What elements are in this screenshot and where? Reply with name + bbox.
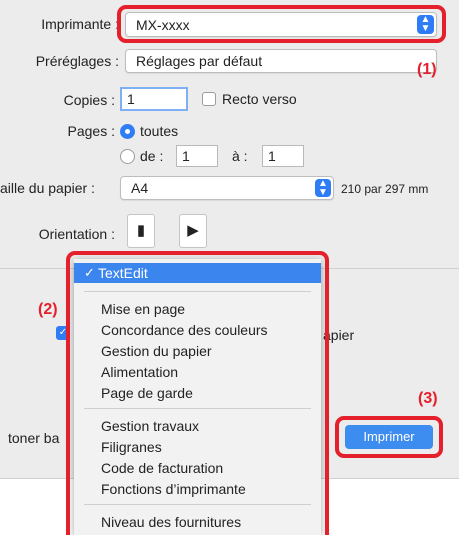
presets-label: Préréglages : bbox=[35, 53, 119, 69]
callout-2: (2) bbox=[38, 301, 58, 318]
pages-to-input[interactable]: 1 bbox=[262, 145, 304, 167]
pages-all-radio[interactable] bbox=[120, 124, 135, 139]
pages-from-label: de : bbox=[140, 148, 164, 164]
portrait-icon[interactable]: ▮ bbox=[127, 214, 155, 248]
duplex-checkbox[interactable] bbox=[202, 92, 216, 106]
pages-all-label: toutes bbox=[140, 123, 179, 139]
copies-label: Copies : bbox=[63, 92, 115, 108]
paper-size-label: aille du papier : bbox=[0, 180, 95, 196]
paper-size-dimensions: 210 par 297 mm bbox=[341, 182, 429, 196]
paper-size-select[interactable]: A4 ▲ ▼ bbox=[120, 176, 334, 200]
callout-box-1 bbox=[117, 5, 446, 43]
background-toner-text: toner ba bbox=[8, 430, 60, 446]
orientation-label: Orientation : bbox=[38, 226, 115, 242]
printer-label: Imprimante : bbox=[41, 16, 119, 32]
presets-value: Réglages par défaut bbox=[136, 53, 263, 69]
chevron-updown-icon: ▲ ▼ bbox=[315, 179, 331, 198]
landscape-icon[interactable]: ▶ bbox=[179, 214, 207, 248]
callout-box-3 bbox=[335, 416, 443, 458]
paper-size-value: A4 bbox=[131, 180, 149, 196]
duplex-label: Recto verso bbox=[222, 91, 297, 107]
callout-3: (3) bbox=[418, 390, 438, 407]
pages-label: Pages : bbox=[67, 123, 115, 139]
pages-from-input[interactable]: 1 bbox=[176, 145, 218, 167]
presets-select[interactable]: Réglages par défaut bbox=[125, 49, 437, 73]
pages-to-label: à : bbox=[232, 148, 248, 164]
pages-range-radio[interactable] bbox=[120, 149, 135, 164]
copies-input[interactable]: 1 bbox=[120, 87, 188, 111]
callout-box-2 bbox=[66, 251, 329, 535]
callout-1: (1) bbox=[417, 61, 437, 78]
